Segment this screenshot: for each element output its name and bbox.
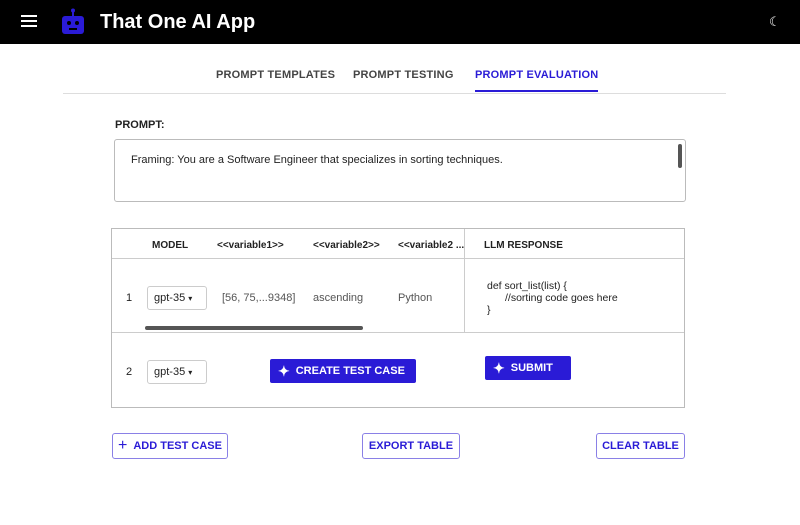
model-value: gpt-35 (154, 366, 186, 378)
scrollbar[interactable] (678, 144, 682, 168)
header-model: MODEL (152, 240, 189, 251)
add-test-case-button[interactable]: + ADD TEST CASE (112, 433, 228, 459)
code-line: } (487, 304, 491, 316)
model-select[interactable]: gpt-35 ▾ (147, 360, 207, 384)
header-llm-response: LLM RESPONSE (484, 240, 563, 251)
export-table-button[interactable]: EXPORT TABLE (362, 433, 460, 459)
header-variable1: <<variable1>> (217, 240, 284, 251)
submit-button[interactable]: ✦ SUBMIT (485, 356, 571, 380)
model-select[interactable]: gpt-35 ▾ (147, 286, 207, 310)
menu-icon[interactable] (21, 15, 37, 30)
app-title: That One AI App (100, 11, 256, 33)
create-test-case-button[interactable]: ✦ CREATE TEST CASE (270, 359, 416, 383)
button-label: CREATE TEST CASE (295, 365, 405, 377)
prompt-input[interactable]: Framing: You are a Software Engineer tha… (114, 139, 686, 202)
button-label: SUBMIT (510, 362, 553, 374)
header-variable3: <<variable2 ... (398, 240, 465, 251)
horizontal-scrollbar[interactable] (145, 326, 363, 330)
chevron-down-icon: ▾ (188, 368, 193, 377)
variable3-cell[interactable]: Python (398, 292, 432, 304)
evaluation-table: MODEL <<variable1>> <<variable2>> <<vari… (111, 228, 685, 408)
tab-prompt-templates[interactable]: PROMPT TEMPLATES (216, 69, 335, 81)
tab-prompt-testing[interactable]: PROMPT TESTING (353, 69, 454, 81)
variable2-cell[interactable]: ascending (313, 292, 363, 304)
tab-bar: PROMPT TEMPLATES PROMPT TESTING PROMPT E… (63, 62, 726, 94)
row-number: 2 (126, 366, 133, 378)
llm-response-cell: def sort_list(list) { //sorting code goe… (487, 280, 618, 316)
prompt-label: PROMPT: (115, 119, 165, 131)
dark-mode-icon[interactable]: ☾ (769, 14, 781, 30)
tab-prompt-evaluation[interactable]: PROMPT EVALUATION (475, 69, 599, 92)
row-number: 1 (126, 292, 133, 304)
chevron-down-icon: ▾ (188, 294, 193, 303)
sparkle-icon: ✦ (493, 359, 505, 376)
header-variable2: <<variable2>> (313, 240, 380, 251)
prompt-text: Framing: You are a Software Engineer tha… (131, 154, 503, 166)
plus-icon: + (118, 437, 128, 454)
clear-table-button[interactable]: CLEAR TABLE (596, 433, 685, 459)
variable1-cell[interactable]: [56, 75,...9348] (222, 292, 295, 304)
model-value: gpt-35 (154, 292, 186, 304)
robot-logo-icon (62, 8, 84, 34)
button-label: ADD TEST CASE (133, 440, 222, 452)
code-line: //sorting code goes here (505, 292, 618, 304)
sparkle-icon: ✦ (278, 362, 290, 379)
app-bar: That One AI App ☾ (0, 0, 800, 44)
code-line: def sort_list(list) { (487, 280, 567, 292)
